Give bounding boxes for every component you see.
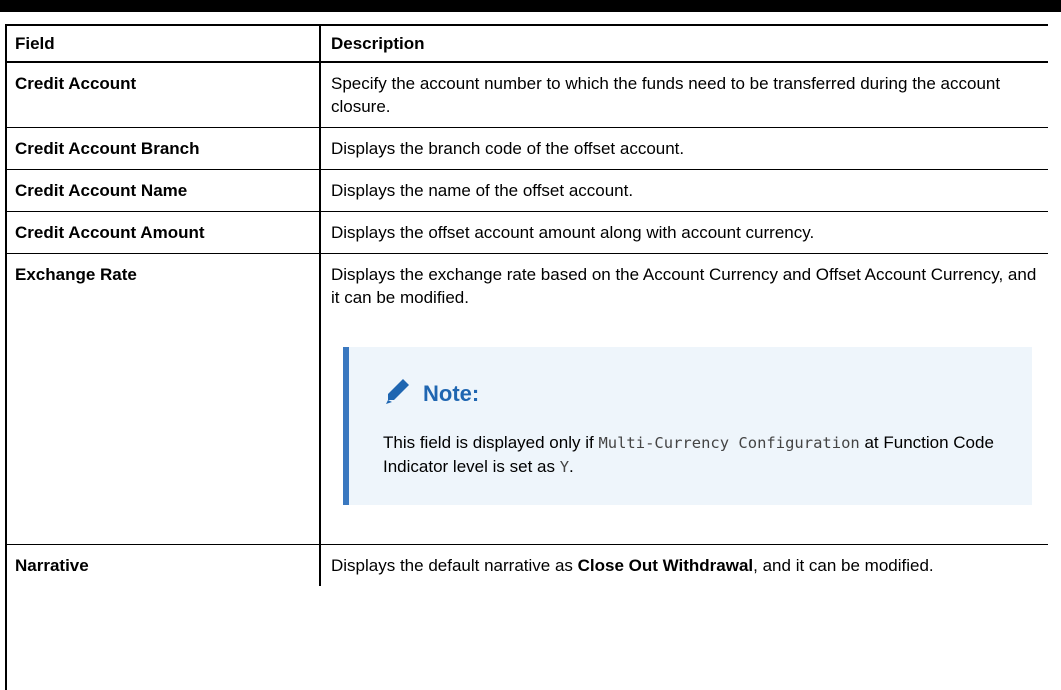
table-row: Exchange Rate Displays the exchange rate… <box>5 253 1048 545</box>
table-row: Credit Account Amount Displays the offse… <box>5 211 1048 254</box>
table-top-border <box>5 24 1048 26</box>
table-row: Credit Account Specify the account numbe… <box>5 62 1048 128</box>
description-text: , and it can be modified. <box>753 556 934 575</box>
top-rule <box>0 0 1061 12</box>
field-name: Credit Account Branch <box>5 127 321 170</box>
table-row: Credit Account Branch Displays the branc… <box>5 127 1048 170</box>
field-description: Displays the offset account amount along… <box>320 211 1048 254</box>
table-left-border <box>5 24 7 690</box>
note-text: . <box>569 457 574 476</box>
pencil-icon <box>383 375 413 411</box>
table-row: Narrative Displays the default narrative… <box>5 544 1048 587</box>
description-text: Displays the default narrative as <box>331 556 578 575</box>
header-field: Field <box>5 24 321 63</box>
note-body: This field is displayed only if Multi-Cu… <box>383 431 1008 479</box>
field-description: Displays the exchange rate based on the … <box>331 265 1037 307</box>
field-description-cell: Displays the exchange rate based on the … <box>320 253 1048 545</box>
field-name: Credit Account Amount <box>5 211 321 254</box>
note-header: Note: <box>383 375 1008 411</box>
field-description: Displays the default narrative as Close … <box>320 545 1048 587</box>
field-name: Credit Account Name <box>5 169 321 212</box>
description-bold: Close Out Withdrawal <box>577 556 754 575</box>
field-description: Specify the account number to which the … <box>320 62 1048 128</box>
field-name: Exchange Rate <box>5 253 321 545</box>
table-row: Credit Account Name Displays the name of… <box>5 169 1048 212</box>
field-description: Displays the name of the offset account. <box>320 169 1048 212</box>
table-header-row: Field Description <box>5 24 1048 63</box>
note-text: This field is displayed only if <box>383 433 599 452</box>
note-box: Note: This field is displayed only if Mu… <box>343 347 1032 505</box>
note-title: Note: <box>423 380 480 406</box>
field-description: Displays the branch code of the offset a… <box>320 127 1048 170</box>
field-description-table: Field Description Credit Account Specify… <box>5 24 1048 586</box>
note-code: Multi-Currency Configuration <box>598 434 860 452</box>
header-description: Description <box>320 24 1048 63</box>
note-code: Y <box>559 458 570 476</box>
field-name: Narrative <box>5 544 321 586</box>
field-name: Credit Account <box>5 62 321 128</box>
